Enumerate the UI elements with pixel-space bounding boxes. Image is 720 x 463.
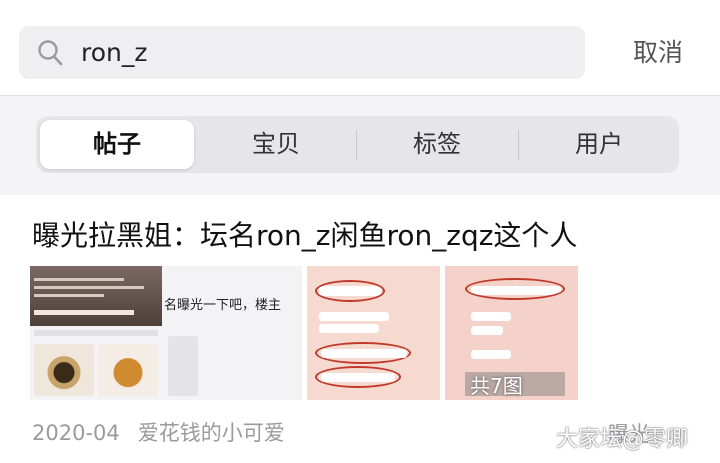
ring-photo xyxy=(34,344,94,396)
tab-divider xyxy=(518,130,519,160)
image-count-badge: 共7图 xyxy=(470,374,523,398)
post-author[interactable]: 爱花钱的小可爱 xyxy=(138,421,285,445)
tab-posts[interactable]: 帖子 xyxy=(40,120,194,169)
highlight-circle xyxy=(315,280,385,302)
search-box[interactable]: ron_z xyxy=(19,26,585,79)
profile-screenshot xyxy=(30,266,162,326)
search-header: ron_z 取消 xyxy=(0,0,720,96)
search-icon xyxy=(38,40,63,66)
post-image[interactable] xyxy=(307,266,440,400)
watermark: 大家坛@零卿 xyxy=(556,427,689,452)
segmented-control: 帖子 宝贝 标签 用户 xyxy=(36,116,679,173)
pendant-photo xyxy=(98,344,158,396)
tab-tags[interactable]: 标签 xyxy=(360,120,514,169)
post-date: 2020-04 xyxy=(32,421,120,445)
cancel-button[interactable]: 取消 xyxy=(633,36,683,70)
tab-items[interactable]: 宝贝 xyxy=(199,120,353,169)
tab-divider xyxy=(356,130,357,160)
tabs-area: 帖子 宝贝 标签 用户 xyxy=(0,96,720,195)
tab-users[interactable]: 用户 xyxy=(522,120,676,169)
post-snippet: 名曝光一下吧，楼主 xyxy=(164,298,282,313)
post-meta: 2020-04 爱花钱的小可爱 xyxy=(32,417,285,447)
search-input[interactable]: ron_z xyxy=(81,26,561,79)
post-image[interactable]: 名曝光一下吧，楼主 xyxy=(30,266,302,400)
highlight-circle xyxy=(465,278,565,300)
post-title[interactable]: 曝光拉黑姐：坛名ron_z闲鱼ron_zqz这个人 xyxy=(32,214,577,258)
